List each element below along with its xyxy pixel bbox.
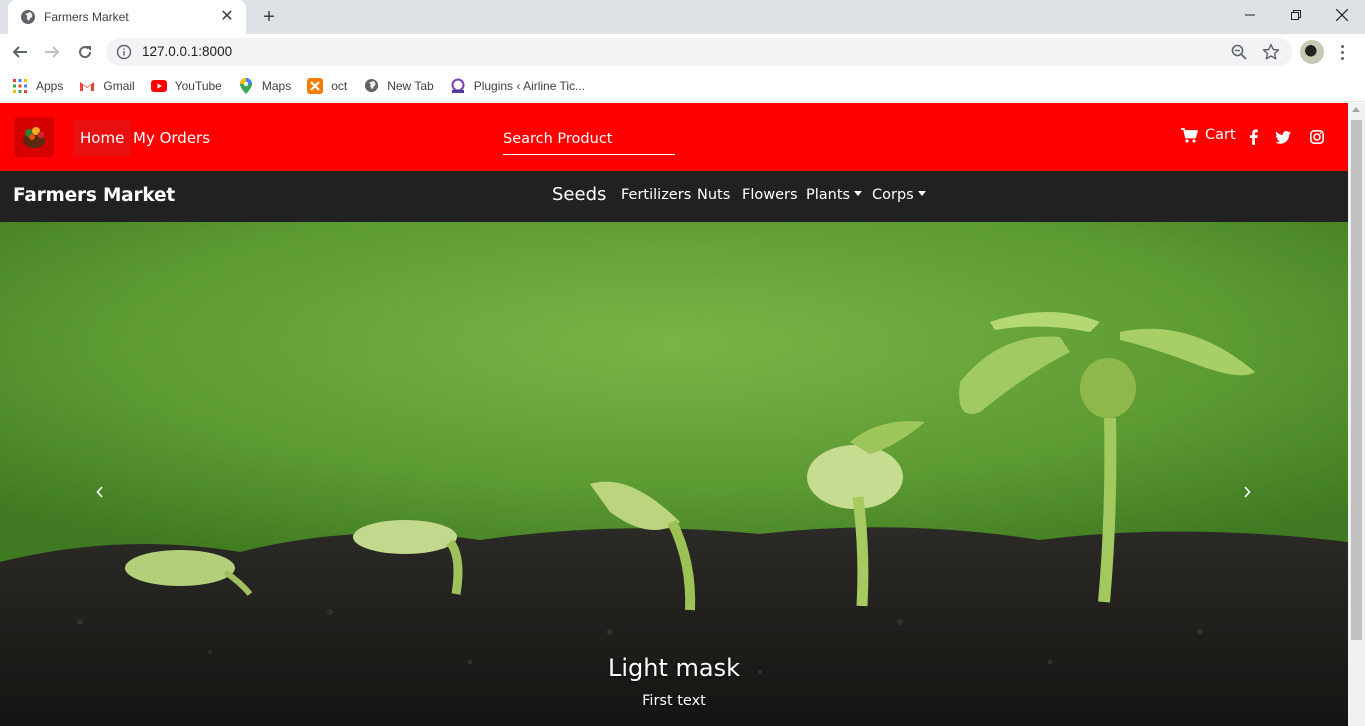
- carousel-prev-button[interactable]: [92, 484, 108, 500]
- bookmark-label: Apps: [36, 78, 64, 93]
- bookmark-label: Gmail: [103, 78, 135, 93]
- cart-label: Cart: [1205, 127, 1236, 143]
- bookmark-youtube[interactable]: YouTube: [150, 78, 222, 94]
- seedlings-image: [0, 222, 1348, 726]
- carousel-caption-text: First text: [642, 693, 706, 709]
- hero-carousel: Light mask First text: [0, 222, 1348, 726]
- nav-my-orders[interactable]: My Orders: [126, 120, 217, 156]
- bookmark-maps[interactable]: Maps: [238, 77, 292, 94]
- bookmark-plugins[interactable]: Plugins ‹ Airline Tic...: [450, 78, 585, 94]
- youtube-icon: [150, 78, 167, 94]
- reload-icon: [79, 46, 92, 59]
- bookmark-label: YouTube: [174, 78, 222, 93]
- apps-grid-icon: [12, 78, 28, 94]
- globe-icon: [363, 78, 379, 94]
- address-bar[interactable]: 127.0.0.1:8000: [106, 38, 1292, 66]
- category-corps-label: Corps: [872, 187, 914, 203]
- gmail-icon: [79, 78, 95, 94]
- reload-button[interactable]: [73, 40, 97, 64]
- bookmark-new-tab[interactable]: New Tab: [363, 78, 434, 94]
- minimize-button[interactable]: [1227, 0, 1273, 30]
- brand-title[interactable]: Farmers Market: [13, 185, 175, 206]
- forward-arrow-icon: [45, 46, 60, 58]
- back-arrow-icon: [12, 46, 27, 58]
- bookmark-oct[interactable]: oct: [307, 77, 348, 94]
- nav-home[interactable]: Home: [73, 120, 132, 156]
- scroll-up-icon[interactable]: [1352, 107, 1360, 112]
- page-scrollbar[interactable]: [1348, 103, 1365, 726]
- search-input[interactable]: [503, 123, 675, 155]
- globe-icon: [21, 10, 35, 24]
- category-seeds[interactable]: Seeds: [552, 184, 606, 205]
- caret-down-icon: [917, 191, 926, 196]
- scrollbar-thumb[interactable]: [1351, 120, 1362, 640]
- carousel-next-button[interactable]: [1239, 484, 1255, 500]
- close-icon: [1336, 9, 1348, 21]
- category-plants-label: Plants: [806, 187, 851, 203]
- minimize-icon: [1245, 14, 1255, 16]
- caret-down-icon: [854, 191, 863, 196]
- tab-close-icon[interactable]: ✕: [218, 9, 236, 25]
- plugin-site-icon: [450, 78, 466, 94]
- basket-logo-icon: [23, 127, 45, 148]
- facebook-icon[interactable]: [1245, 129, 1261, 145]
- page-viewport: Home My Orders Cart Farmers M: [0, 103, 1348, 726]
- close-window-button[interactable]: [1319, 0, 1365, 30]
- new-tab-button[interactable]: +: [258, 6, 280, 28]
- site-logo[interactable]: [14, 117, 54, 157]
- carousel-caption-title: Light mask: [607, 654, 740, 682]
- cart-icon: [1181, 127, 1198, 143]
- category-flowers[interactable]: Flowers: [742, 187, 798, 203]
- maps-pin-icon: [238, 77, 254, 94]
- browser-toolbar: 127.0.0.1:8000: [0, 34, 1365, 70]
- browser-menu-icon[interactable]: [1334, 40, 1350, 64]
- profile-avatar[interactable]: [1300, 40, 1324, 64]
- forward-button[interactable]: [40, 40, 64, 64]
- category-fertilizers[interactable]: Fertilizers: [621, 187, 691, 203]
- instagram-icon[interactable]: [1309, 129, 1325, 145]
- bookmark-label: oct: [331, 78, 348, 93]
- tab-strip: Farmers Market ✕ +: [0, 0, 1365, 34]
- url-text: 127.0.0.1:8000: [142, 44, 233, 59]
- bookmark-label: Plugins ‹ Airline Tic...: [473, 78, 586, 93]
- bookmark-label: Maps: [261, 78, 292, 93]
- category-nuts[interactable]: Nuts: [697, 187, 730, 203]
- browser-tab[interactable]: Farmers Market ✕: [8, 0, 246, 34]
- tab-title: Farmers Market: [44, 10, 129, 24]
- top-navbar: Home My Orders Cart: [0, 103, 1348, 171]
- back-button[interactable]: [8, 40, 32, 64]
- category-corps-dropdown[interactable]: Corps: [872, 187, 926, 203]
- chevron-left-icon: [96, 486, 103, 498]
- bookmark-apps[interactable]: Apps: [12, 78, 63, 94]
- zoom-icon[interactable]: [1230, 43, 1248, 61]
- cart-link[interactable]: Cart: [1181, 127, 1236, 143]
- category-plants-dropdown[interactable]: Plants: [806, 187, 863, 203]
- category-navbar: Farmers Market Seeds Fertilizers Nuts Fl…: [0, 171, 1348, 222]
- bookmark-star-icon[interactable]: [1262, 43, 1280, 61]
- bookmarks-bar: Apps Gmail YouTube Maps oct New Tab Plug…: [0, 70, 1365, 102]
- xampp-icon: [307, 77, 324, 94]
- chevron-right-icon: [1244, 486, 1251, 498]
- restore-button[interactable]: [1273, 0, 1319, 30]
- bookmark-gmail[interactable]: Gmail: [79, 78, 135, 94]
- restore-icon: [1291, 10, 1301, 20]
- info-icon[interactable]: [116, 44, 132, 60]
- twitter-icon[interactable]: [1275, 129, 1291, 145]
- bookmark-label: New Tab: [387, 78, 434, 93]
